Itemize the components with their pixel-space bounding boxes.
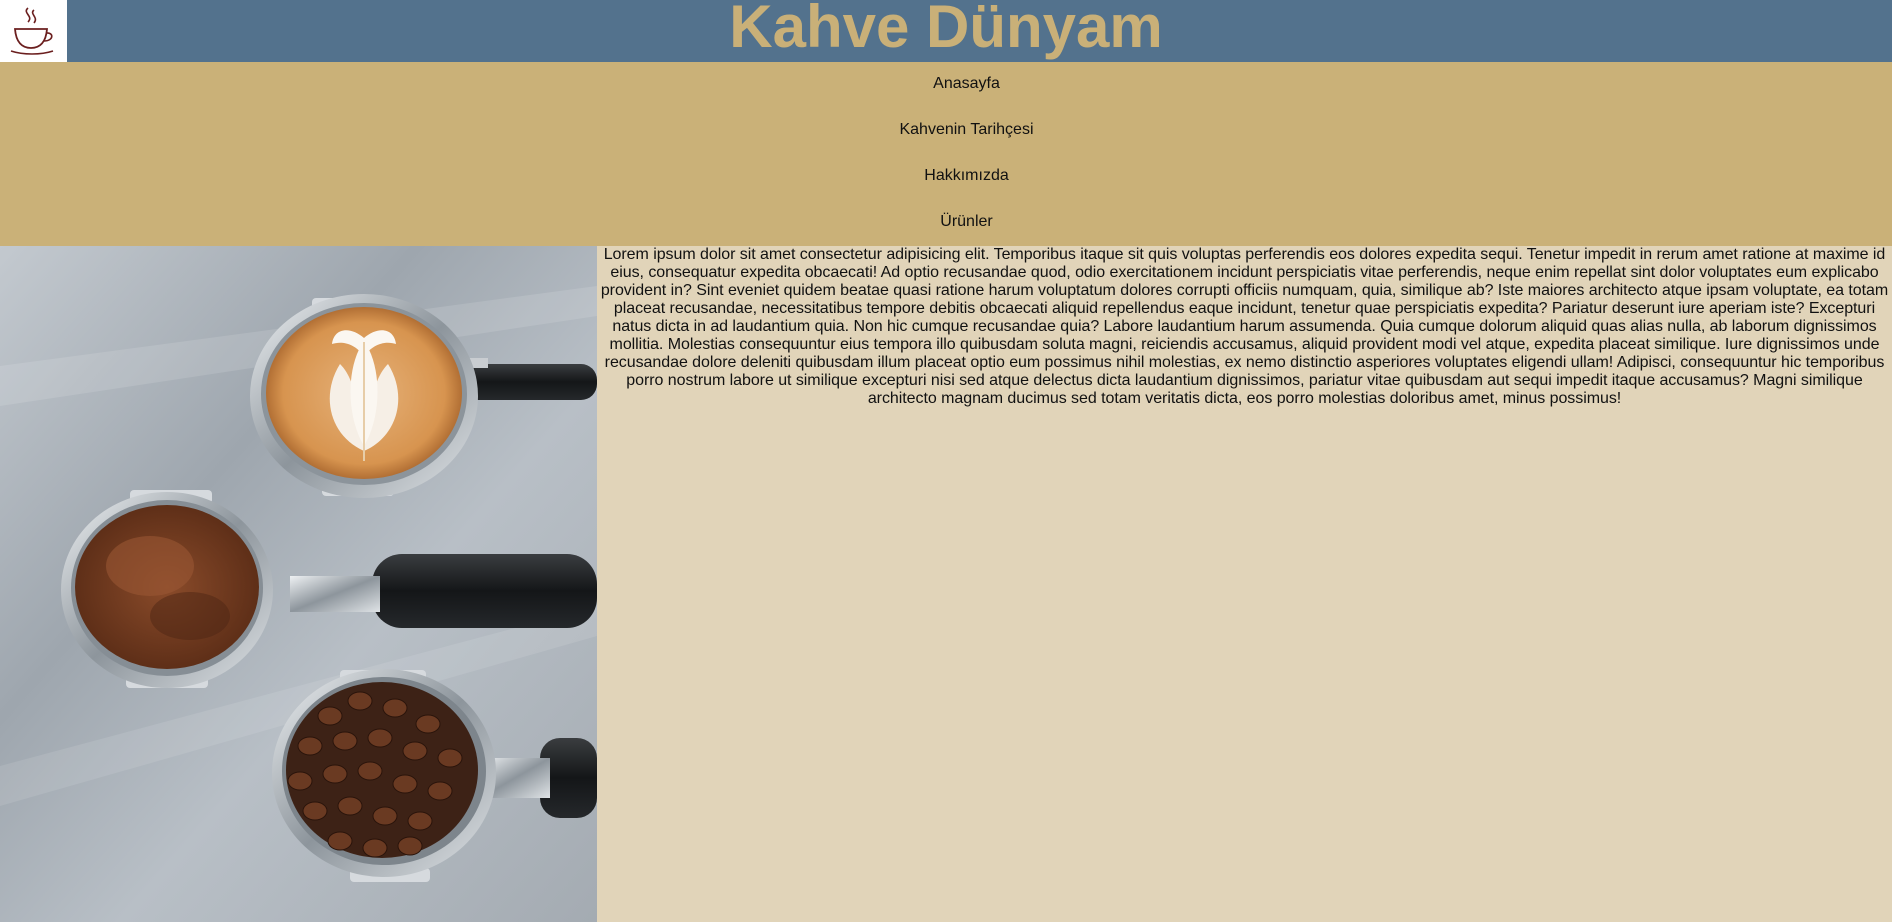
nav-item-anasayfa[interactable]: Anasayfa — [0, 74, 1892, 94]
intro-paragraph: Lorem ipsum dolor sit amet consectetur a… — [600, 246, 1889, 407]
nav-item-kahvenin-tarihcesi[interactable]: Kahvenin Tarihçesi — [0, 120, 1892, 140]
site-title: Kahve Dünyam — [729, 0, 1163, 60]
nav-item-urunler[interactable]: Ürünler — [0, 212, 1892, 232]
nav-item-hakkimizda[interactable]: Hakkımızda — [0, 166, 1892, 186]
site-header: Kahve Dünyam — [0, 0, 1892, 62]
main-content: Lorem ipsum dolor sit amet consectetur a… — [597, 246, 1892, 922]
coffee-hero-image — [0, 246, 597, 922]
main-nav: Anasayfa Kahvenin Tarihçesi Hakkımızda Ü… — [0, 62, 1892, 246]
